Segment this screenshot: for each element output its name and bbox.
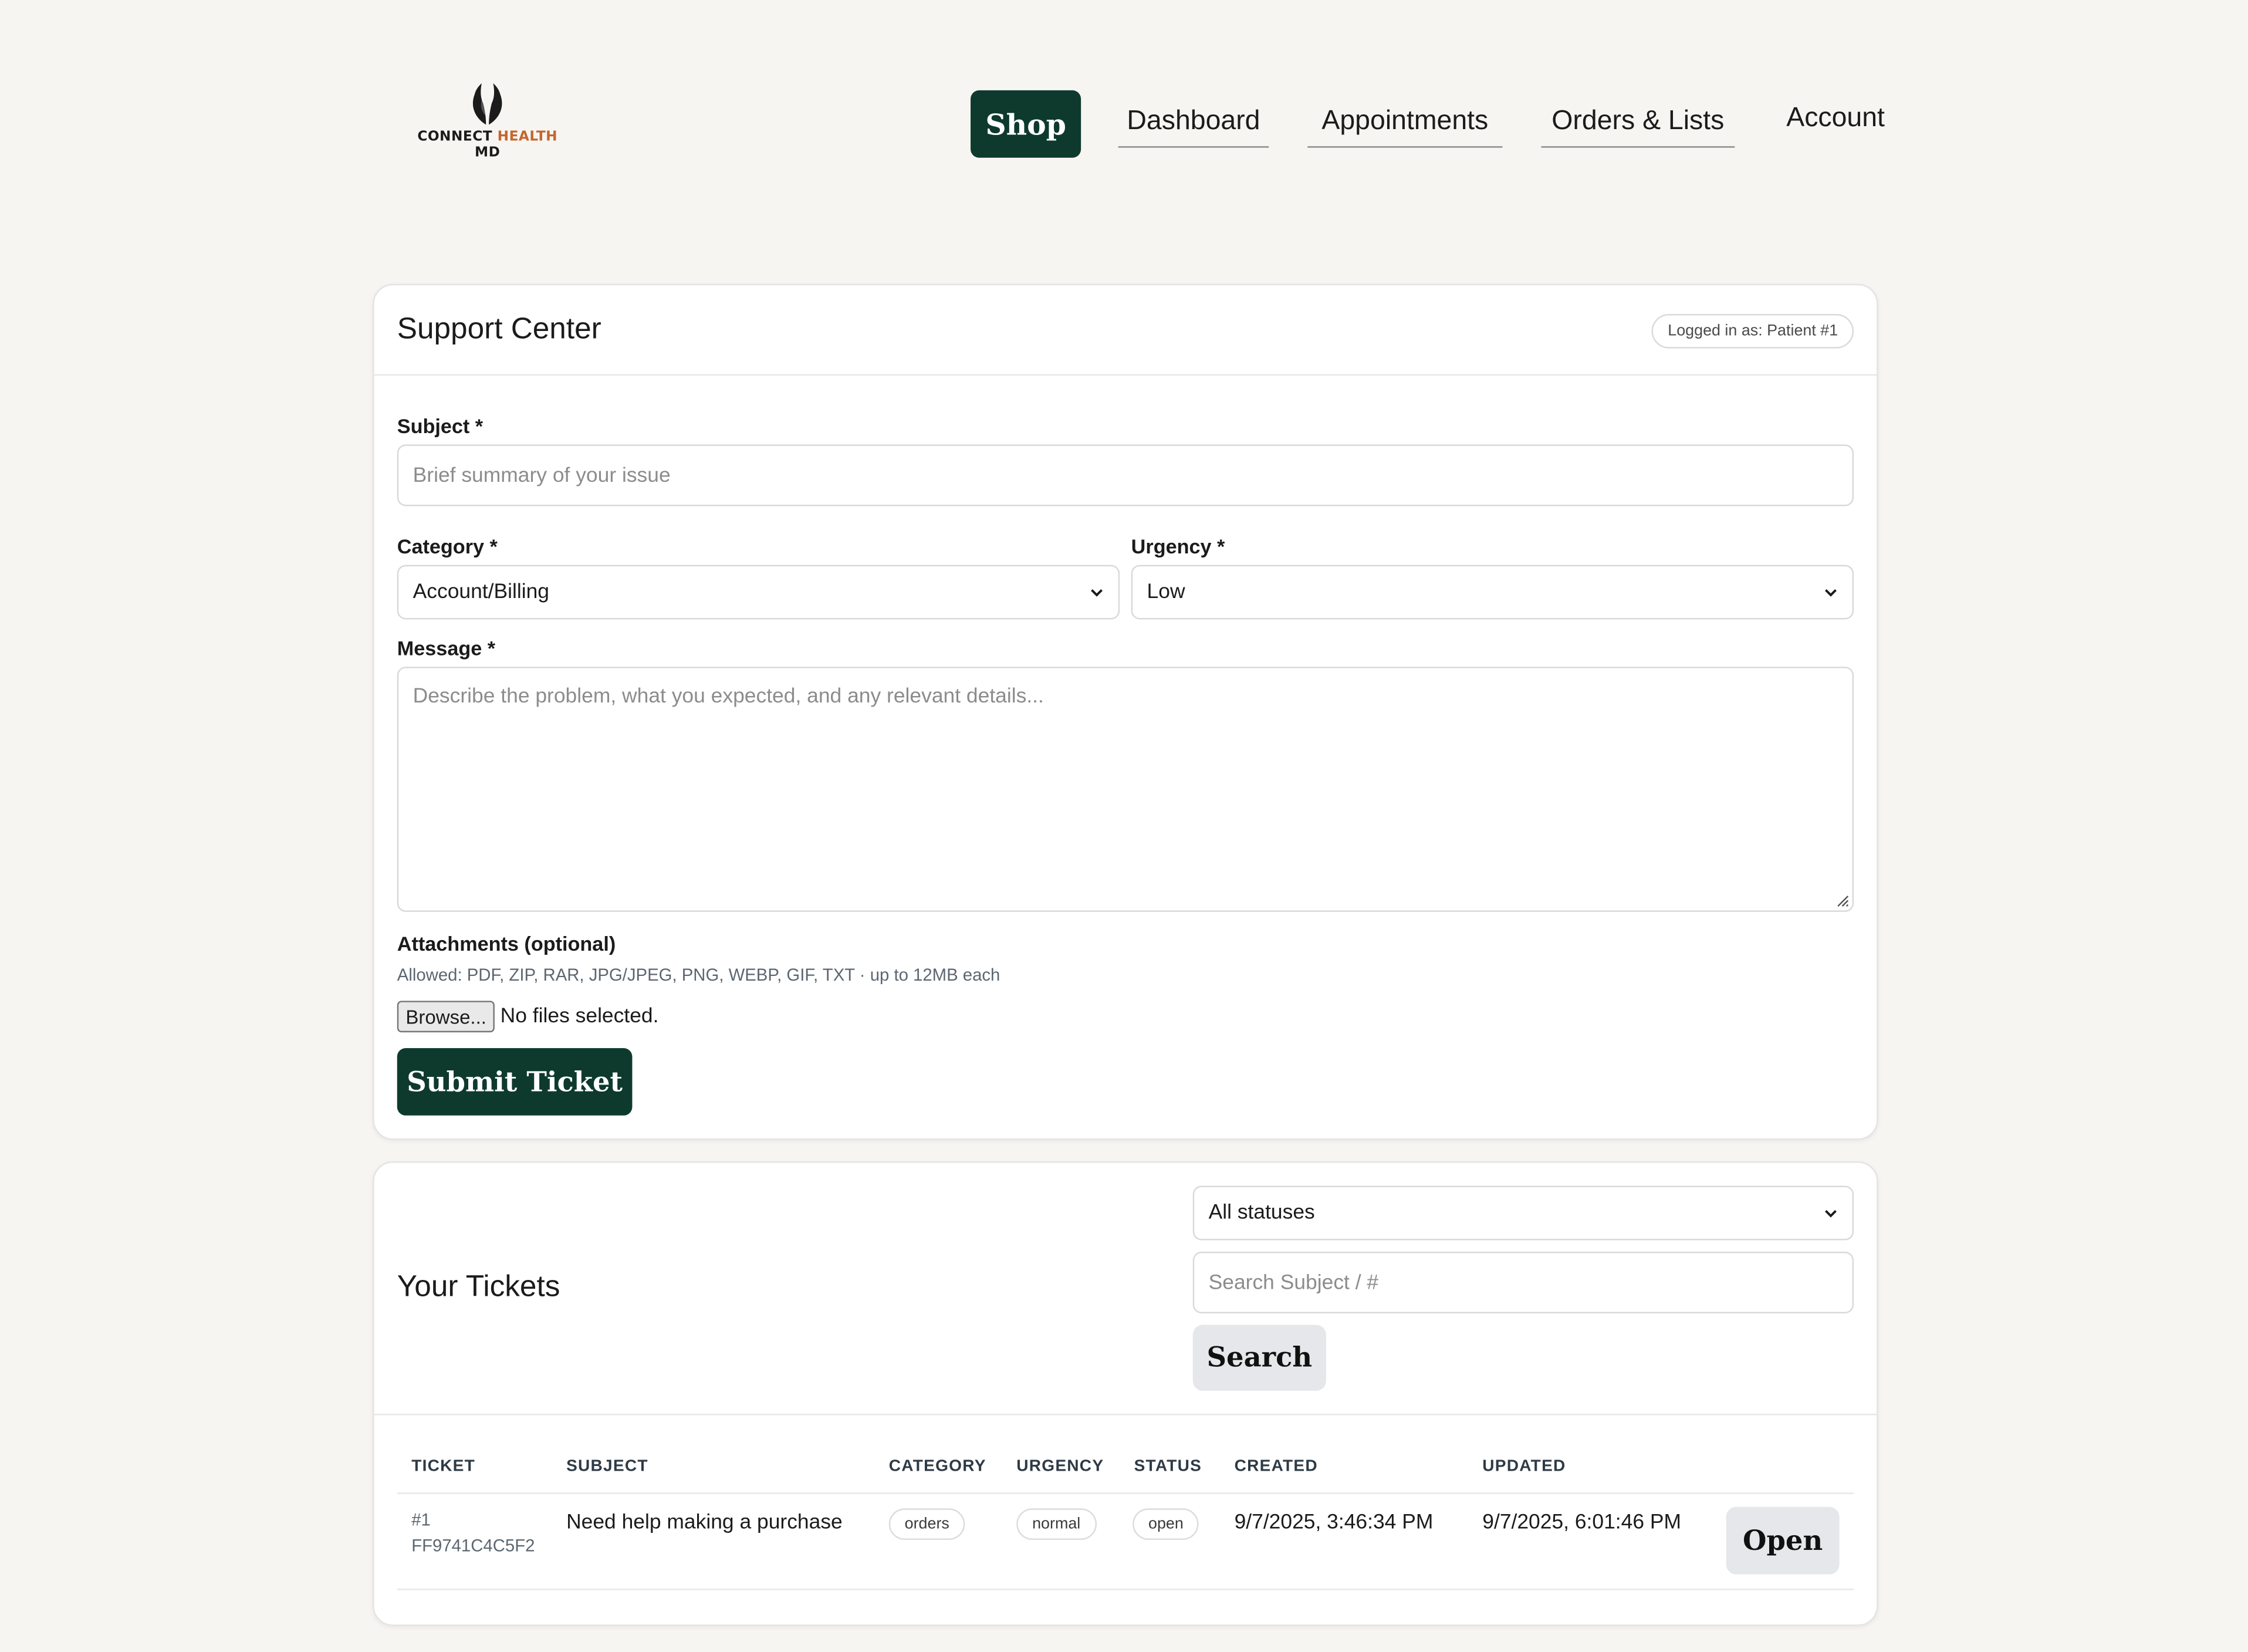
ticket-created: 9/7/2025, 3:46:34 PM	[1234, 1511, 1434, 1535]
column-header-updated: UPDATED	[1482, 1458, 1566, 1476]
column-header-status: STATUS	[1134, 1458, 1202, 1476]
attachments-label: Attachments (optional)	[397, 932, 616, 955]
message-textarea[interactable]	[397, 667, 1854, 912]
subject-label: Subject *	[397, 414, 484, 438]
chevron-down-icon	[1091, 589, 1103, 597]
chevron-down-icon	[1825, 589, 1837, 597]
subject-input[interactable]	[397, 444, 1854, 506]
brand-word-health: HEALTH	[497, 129, 558, 145]
category-label: Category *	[397, 535, 498, 558]
column-header-created: CREATED	[1234, 1458, 1318, 1476]
open-ticket-button[interactable]: Open	[1726, 1506, 1840, 1575]
chevron-down-icon	[1825, 1210, 1837, 1218]
ticket-subject: Need help making a purchase	[566, 1511, 843, 1535]
ticket-number: #1 FF9741C4C5F2	[411, 1507, 535, 1559]
message-label: Message *	[397, 636, 496, 660]
tickets-title: Your Tickets	[397, 1270, 560, 1303]
nav-link-account[interactable]: Account	[1786, 103, 1885, 135]
nav-link-dashboard[interactable]: Dashboard	[1118, 106, 1269, 148]
attachments-hint: Allowed: PDF, ZIP, RAR, JPG/JPEG, PNG, W…	[397, 965, 1000, 985]
brand-logo[interactable]: CONNECT HEALTH MD	[413, 80, 562, 172]
nav-shop-button[interactable]: Shop	[971, 90, 1081, 158]
brand-word-connect: CONNECT	[417, 129, 493, 145]
column-header-subject: SUBJECT	[566, 1458, 648, 1476]
no-files-text: No files selected.	[500, 1005, 659, 1028]
nav-link-appointments[interactable]: Appointments	[1307, 106, 1503, 148]
browse-files-button[interactable]: Browse...	[397, 1001, 495, 1033]
ticket-search-input[interactable]	[1192, 1251, 1854, 1313]
column-header-ticket: TICKET	[411, 1458, 475, 1476]
support-header-divider	[374, 374, 1877, 376]
table-row-divider	[397, 1589, 1854, 1590]
nav-link-orders-lists[interactable]: Orders & Lists	[1541, 106, 1735, 148]
logged-in-badge: Logged in as: Patient #1	[1652, 314, 1854, 349]
tickets-header-divider	[374, 1413, 1877, 1415]
ticket-code-text: FF9741C4C5F2	[411, 1535, 535, 1556]
urgency-select-value: Low	[1147, 580, 1185, 604]
urgency-badge: normal	[1016, 1508, 1097, 1540]
status-badge: open	[1133, 1508, 1199, 1540]
resize-handle-icon[interactable]	[1835, 893, 1849, 907]
tickets-card: Your Tickets All statuses Search TICKET …	[373, 1161, 1878, 1626]
submit-ticket-button[interactable]: Submit Ticket	[397, 1048, 633, 1116]
ticket-number-text: #1	[411, 1509, 431, 1530]
support-center-card: Support Center Logged in as: Patient #1 …	[373, 283, 1878, 1140]
category-badge: orders	[888, 1508, 965, 1540]
brand-wordmark: CONNECT HEALTH MD	[413, 129, 562, 161]
brand-word-md: MD	[475, 144, 501, 161]
status-filter-select[interactable]: All statuses	[1192, 1185, 1854, 1241]
ticket-updated: 9/7/2025, 6:01:46 PM	[1482, 1511, 1682, 1535]
category-select[interactable]: Account/Billing	[397, 565, 1120, 620]
status-filter-value: All statuses	[1208, 1201, 1315, 1225]
search-button[interactable]: Search	[1192, 1325, 1326, 1391]
table-header-divider	[397, 1492, 1854, 1494]
flame-logo-icon	[472, 83, 502, 125]
urgency-select[interactable]: Low	[1131, 565, 1854, 620]
column-header-category: CATEGORY	[888, 1458, 986, 1476]
urgency-label: Urgency *	[1131, 535, 1225, 558]
support-center-title: Support Center	[397, 312, 601, 346]
column-header-urgency: URGENCY	[1016, 1458, 1104, 1476]
page: CONNECT HEALTH MD Shop Dashboard Appoint…	[0, 0, 2248, 1652]
category-select-value: Account/Billing	[413, 580, 550, 604]
